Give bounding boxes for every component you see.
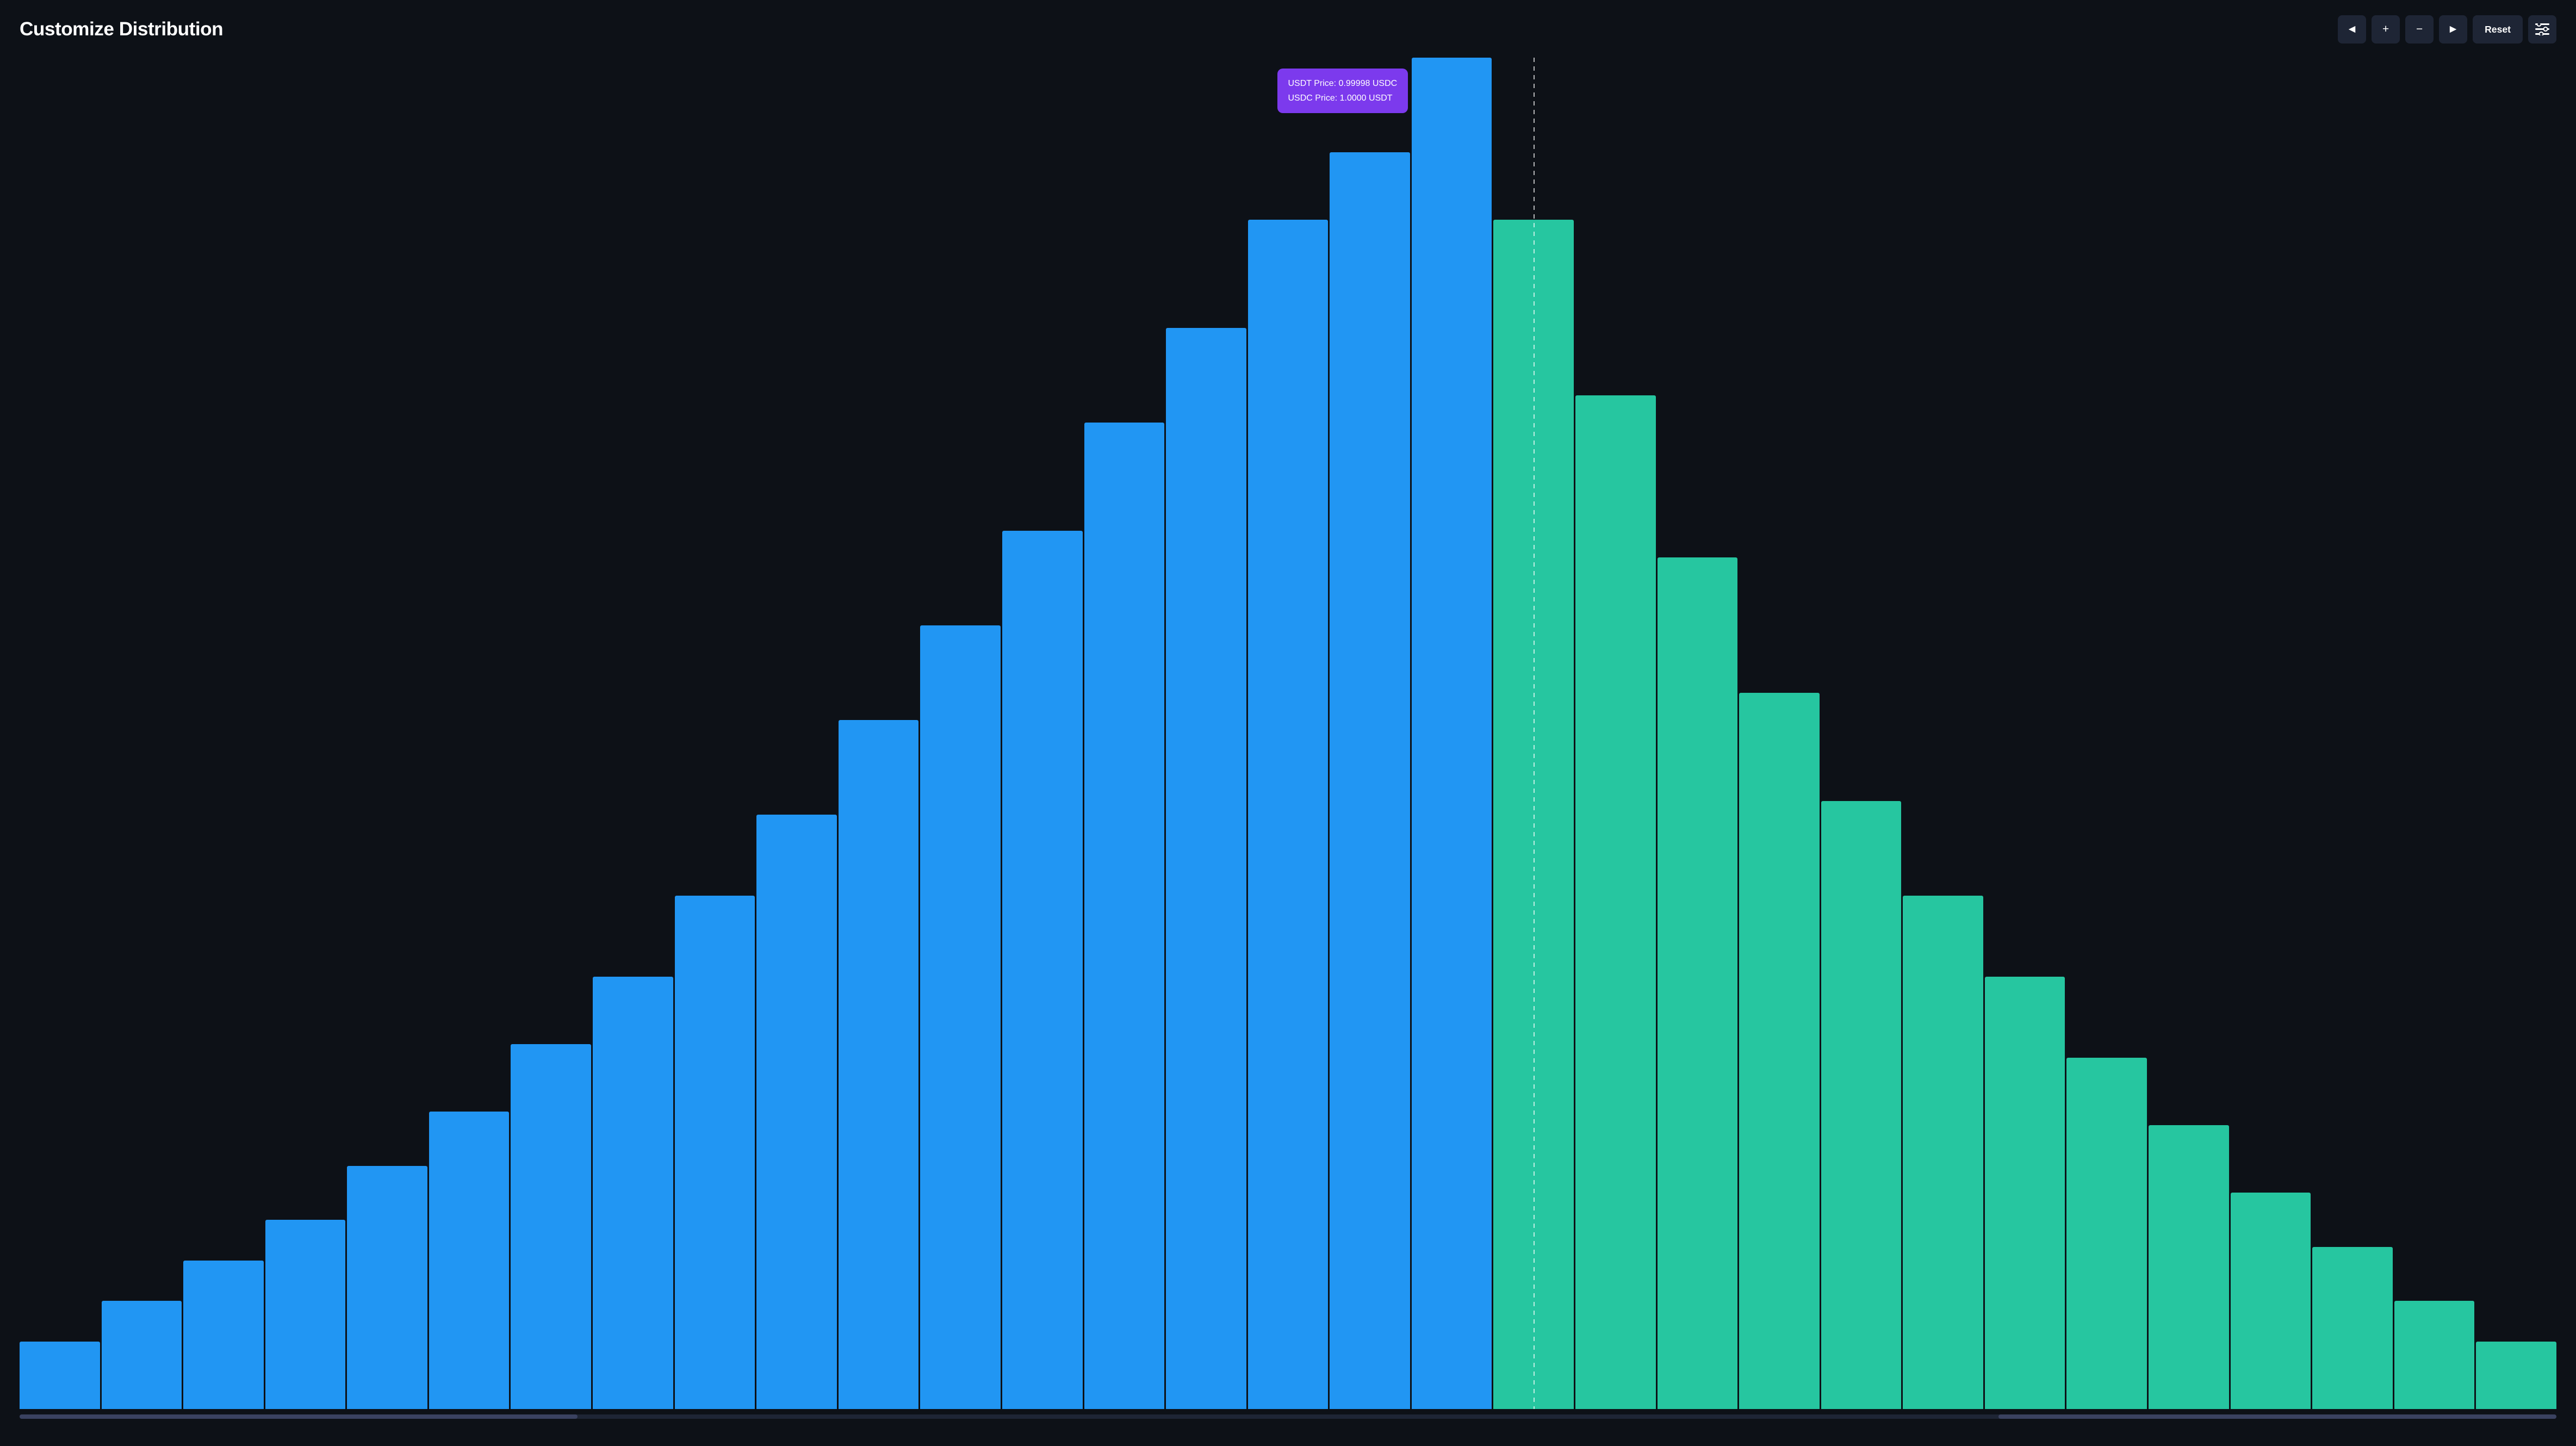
bar-wrapper [1658, 58, 1738, 1409]
bar-wrapper [1248, 58, 1329, 1409]
bar-11 [920, 625, 1001, 1409]
bar-17 [1412, 58, 1492, 1409]
bar-16 [1330, 152, 1410, 1409]
bar-10 [839, 720, 919, 1409]
scrollbar-track[interactable] [20, 1414, 2556, 1419]
bar-wrapper [183, 58, 264, 1409]
bar-wrapper [1575, 58, 1656, 1409]
bar-30 [2476, 1342, 2556, 1409]
prev-button[interactable]: ◄ [2338, 15, 2366, 44]
bar-1 [102, 1301, 182, 1409]
bar-wrapper [920, 58, 1001, 1409]
bar-21 [1739, 693, 1820, 1409]
plus-button[interactable]: + [2372, 15, 2400, 44]
bar-wrapper [1985, 58, 2065, 1409]
histogram[interactable] [20, 58, 2556, 1409]
bar-7 [593, 977, 673, 1409]
bar-wrapper [756, 58, 837, 1409]
bar-20 [1658, 557, 1738, 1409]
bar-4 [347, 1166, 427, 1409]
header: Customize Distribution ◄ + − ► Reset [0, 0, 2576, 52]
bar-wrapper [675, 58, 755, 1409]
bar-wrapper [20, 58, 100, 1409]
bar-2 [183, 1261, 264, 1409]
bar-wrapper [2149, 58, 2229, 1409]
bar-27 [2231, 1193, 2311, 1409]
bar-wrapper [265, 58, 346, 1409]
bar-wrapper [429, 58, 510, 1409]
bar-6 [511, 1044, 591, 1409]
bar-wrapper [1493, 58, 1574, 1409]
bar-wrapper [1084, 58, 1165, 1409]
scrollbar-thumb-left[interactable] [20, 1414, 578, 1419]
scrollbar-thumb-right[interactable] [1998, 1414, 2556, 1419]
bar-wrapper [1330, 58, 1410, 1409]
bar-13 [1084, 423, 1165, 1409]
bar-wrapper [2066, 58, 2147, 1409]
bar-wrapper [102, 58, 182, 1409]
bar-18 [1493, 220, 1574, 1409]
bar-3 [265, 1220, 346, 1409]
bar-26 [2149, 1125, 2229, 1409]
bar-wrapper [2476, 58, 2556, 1409]
bar-25 [2066, 1058, 2147, 1409]
bar-wrapper [347, 58, 427, 1409]
bar-wrapper [1412, 58, 1492, 1409]
bar-8 [675, 896, 755, 1409]
bar-29 [2394, 1301, 2475, 1409]
bar-wrapper [1821, 58, 1902, 1409]
bar-15 [1248, 220, 1329, 1409]
page-title: Customize Distribution [20, 18, 223, 40]
bar-19 [1575, 395, 1656, 1409]
bar-14 [1166, 328, 1246, 1409]
minus-button[interactable]: − [2405, 15, 2434, 44]
bar-wrapper [593, 58, 673, 1409]
bar-wrapper [1903, 58, 1983, 1409]
bar-0 [20, 1342, 100, 1409]
toolbar: ◄ + − ► Reset [2338, 15, 2556, 44]
bar-23 [1903, 896, 1983, 1409]
bar-wrapper [1739, 58, 1820, 1409]
bar-wrapper [839, 58, 919, 1409]
chart-area: USDT Price: 0.99998 USDC USDC Price: 1.0… [0, 52, 2576, 1446]
bar-wrapper [511, 58, 591, 1409]
reset-button[interactable]: Reset [2473, 15, 2523, 44]
bar-wrapper [2231, 58, 2311, 1409]
bar-wrapper [1166, 58, 1246, 1409]
bar-22 [1821, 801, 1902, 1409]
next-button[interactable]: ► [2439, 15, 2467, 44]
bar-9 [756, 815, 837, 1409]
bar-24 [1985, 977, 2065, 1409]
bar-wrapper [2394, 58, 2475, 1409]
bar-5 [429, 1112, 510, 1409]
bar-wrapper [1002, 58, 1083, 1409]
bar-12 [1002, 531, 1083, 1409]
bar-wrapper [2312, 58, 2393, 1409]
bar-28 [2312, 1247, 2393, 1409]
filter-button[interactable] [2528, 15, 2556, 44]
